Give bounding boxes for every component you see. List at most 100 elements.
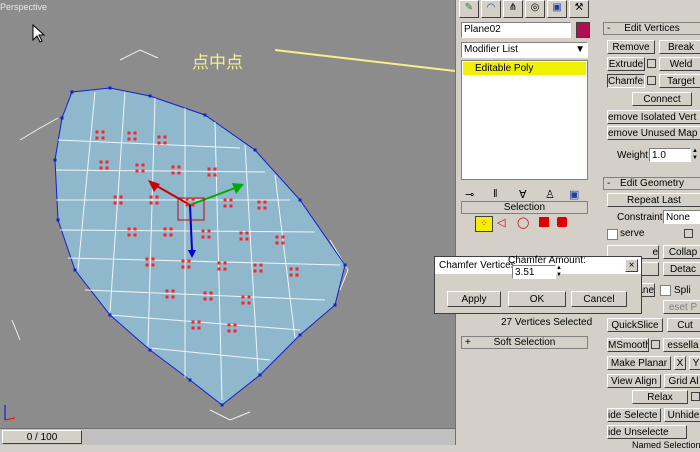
make-unique-icon[interactable]: ∀ <box>519 188 527 201</box>
vertex-marker <box>108 313 112 317</box>
modifier-list-dropdown[interactable]: Modifier List ▼ <box>461 42 588 58</box>
vertex-marker <box>73 268 77 272</box>
polygon-mode-icon[interactable] <box>539 217 549 227</box>
weight-spinner-arrows[interactable]: ▲ ▼ <box>692 148 700 162</box>
soft-selection-rollout-header[interactable]: + Soft Selection <box>461 336 588 349</box>
time-slider[interactable]: 0 / 100 <box>0 428 455 445</box>
split-label: Spli <box>674 285 691 296</box>
selected-vertex-marker <box>127 227 137 237</box>
remove-unused-map-verts-button[interactable]: emove Unused Map V <box>607 126 700 140</box>
vertex-marker <box>188 378 192 382</box>
vertex-marker <box>343 263 347 267</box>
collapse-button[interactable]: Collap <box>663 245 700 259</box>
planar-x-button[interactable]: X <box>674 356 686 370</box>
msmooth-settings-icon[interactable] <box>651 340 660 349</box>
weld-button[interactable]: Weld <box>659 57 700 71</box>
vertex-marker <box>333 303 337 307</box>
view-align-button[interactable]: View Align <box>607 374 661 388</box>
vertex-marker <box>56 218 60 222</box>
tessellate-button[interactable]: essella <box>663 338 700 352</box>
vertex-marker <box>298 333 302 337</box>
modify-tab-icon[interactable]: ◠ <box>481 0 501 18</box>
utilities-tab-icon[interactable]: ⚒ <box>569 0 589 18</box>
remove-button[interactable]: Remove <box>607 40 655 54</box>
extrude-settings-icon[interactable] <box>647 59 656 68</box>
perspective-viewport[interactable]: Perspective 点中点 <box>0 0 455 428</box>
apply-button[interactable]: Apply <box>447 291 501 307</box>
hide-unselected-button[interactable]: ide Unselecte <box>607 425 687 439</box>
remove-modifier-icon[interactable]: ♙ <box>545 188 555 201</box>
selected-vertex-marker <box>165 289 175 299</box>
unhide-all-button[interactable]: Unhide <box>664 408 700 422</box>
grid-align-button[interactable]: Grid Al <box>664 374 700 388</box>
quickslice-button[interactable]: QuickSlice <box>607 318 663 332</box>
selected-vertex-marker <box>99 160 109 170</box>
frame-indicator[interactable]: 0 / 100 <box>2 430 82 444</box>
constraints-dropdown[interactable]: None <box>663 210 700 224</box>
selected-vertex-marker <box>113 195 123 205</box>
chamfer-amount-spinner-arrows[interactable]: ▲ ▼ <box>556 265 564 279</box>
display-tab-icon[interactable]: ▣ <box>547 0 567 18</box>
dialog-title: Chamfer Vertices <box>439 260 516 271</box>
chamfer-button[interactable]: Chamfer <box>607 74 645 88</box>
target-weld-button[interactable]: Target <box>659 74 700 88</box>
relax-settings-icon[interactable] <box>691 392 700 401</box>
create-tab-icon[interactable]: ✎ <box>459 0 479 18</box>
vertices-selected-status: 27 Vertices Selected <box>501 317 593 328</box>
hierarchy-tab-icon[interactable]: ⋔ <box>503 0 523 18</box>
relax-button[interactable]: Relax <box>632 390 688 404</box>
ok-button[interactable]: OK <box>508 291 566 307</box>
close-icon[interactable]: × <box>625 259 638 272</box>
selected-vertex-marker <box>127 131 137 141</box>
show-end-result-icon[interactable]: ǁ <box>493 188 498 200</box>
vertex-mode-icon[interactable]: ⁘ <box>475 216 493 232</box>
edit-geometry-rollout-header[interactable]: - Edit Geometry <box>603 177 700 190</box>
modifier-stack[interactable]: Editable Poly <box>461 60 588 180</box>
extrude-button[interactable]: Extrude <box>607 57 645 71</box>
cut-button[interactable]: Cut <box>667 318 700 332</box>
msmooth-button[interactable]: MSmooth <box>607 338 649 352</box>
selected-vertex-marker <box>201 229 211 239</box>
selected-vertex-marker <box>135 163 145 173</box>
chamfer-amount-spinner[interactable]: 3.51 <box>512 265 556 279</box>
minus-icon: - <box>607 178 611 189</box>
weight-spinner[interactable]: 1.0 <box>649 148 691 162</box>
preserve-uvs-checkbox[interactable] <box>607 229 618 240</box>
chamfer-settings-icon[interactable] <box>647 76 656 85</box>
vertex-marker <box>298 198 302 202</box>
cancel-button[interactable]: Cancel <box>571 291 627 307</box>
selection-rollout-header[interactable]: Selection <box>461 201 588 214</box>
vertex-marker <box>70 90 74 94</box>
connect-button[interactable]: Connect <box>632 92 692 106</box>
object-color-swatch[interactable] <box>576 22 590 38</box>
detach-button[interactable]: Detac <box>663 262 700 276</box>
selected-vertex-marker <box>257 200 267 210</box>
planar-y-button[interactable]: Y <box>689 356 700 370</box>
stack-item-editable-poly[interactable]: Editable Poly <box>463 62 586 75</box>
object-name-field[interactable]: Plane02 <box>461 22 571 38</box>
border-mode-icon[interactable]: ◯ <box>517 216 529 229</box>
vertex-marker <box>258 373 262 377</box>
pin-stack-icon[interactable]: ⊸ <box>465 188 474 201</box>
selected-vertex-marker <box>227 323 237 333</box>
make-planar-button[interactable]: Make Planar <box>607 356 671 370</box>
split-checkbox[interactable] <box>660 285 671 296</box>
edit-vertices-title: Edit Vertices <box>624 23 680 34</box>
selected-vertex-marker <box>163 227 173 237</box>
element-mode-icon[interactable] <box>557 217 567 227</box>
selected-vertex-marker <box>171 165 181 175</box>
vertex-marker <box>60 116 64 120</box>
repeat-last-button[interactable]: Repeat Last <box>607 193 700 207</box>
edit-vertices-rollout-header[interactable]: - Edit Vertices <box>603 22 700 35</box>
reset-plane-button[interactable]: eset P <box>663 300 700 314</box>
configure-sets-icon[interactable]: ▣ <box>569 188 579 201</box>
motion-tab-icon[interactable]: ◎ <box>525 0 545 18</box>
preserve-uvs-settings-icon[interactable] <box>684 229 693 238</box>
selected-vertex-marker <box>207 167 217 177</box>
edge-mode-icon[interactable]: ◁ <box>497 216 505 229</box>
remove-isolated-vertices-button[interactable]: emove Isolated Vert <box>607 110 700 124</box>
minus-icon: - <box>607 23 611 34</box>
break-button[interactable]: Break <box>659 40 700 54</box>
annotation-text: 点中点 <box>192 53 243 73</box>
hide-selected-button[interactable]: ide Selecte <box>607 408 661 422</box>
